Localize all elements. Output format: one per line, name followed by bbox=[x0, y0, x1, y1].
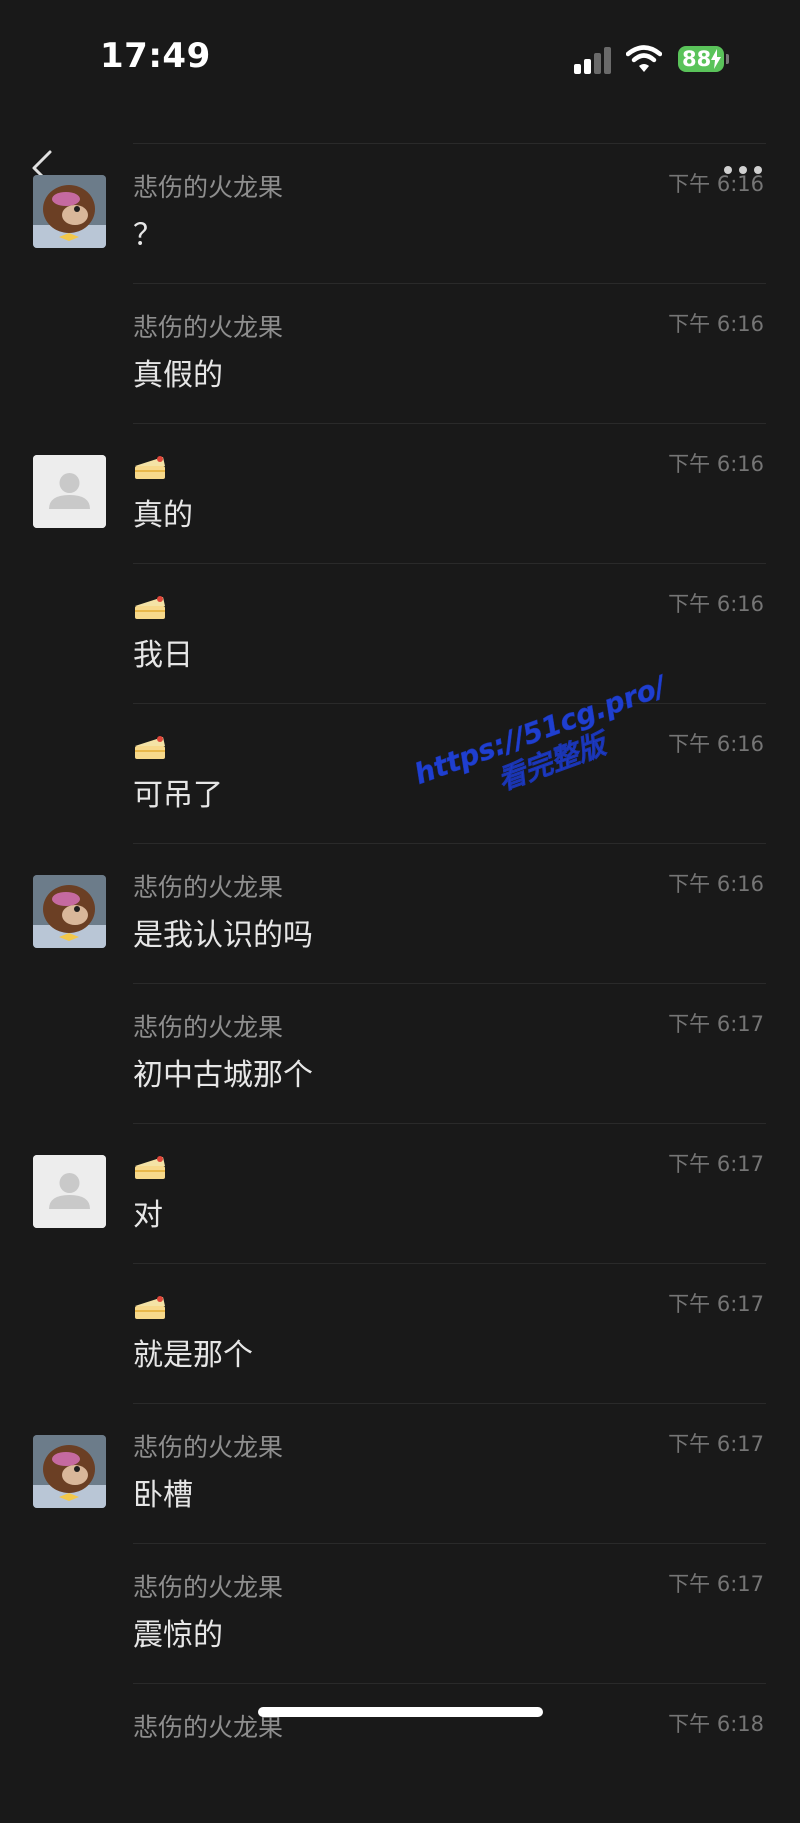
chat-message[interactable]: 悲伤的火龙果 下午 6:18 bbox=[0, 1683, 800, 1823]
cake-icon bbox=[135, 456, 165, 479]
avatar[interactable] bbox=[33, 875, 106, 948]
message-divider bbox=[133, 1543, 766, 1544]
message-time: 下午 6:16 bbox=[668, 592, 764, 616]
message-list: 悲伤的火龙果 下午 6:16 ？ 悲伤的火龙果 下午 6:16 真假的 下午 6… bbox=[0, 143, 800, 1823]
avatar[interactable] bbox=[33, 175, 106, 248]
cake-icon bbox=[135, 736, 165, 759]
message-text: 卧槽 bbox=[133, 1478, 193, 1513]
message-text: 是我认识的吗 bbox=[133, 918, 313, 953]
message-time: 下午 6:17 bbox=[668, 1012, 764, 1036]
bear-avatar-icon bbox=[33, 875, 106, 948]
message-time: 下午 6:17 bbox=[668, 1432, 764, 1456]
cake-icon bbox=[135, 1296, 165, 1319]
message-divider bbox=[133, 423, 766, 424]
message-text: 真的 bbox=[133, 498, 193, 533]
cake-icon bbox=[135, 1156, 165, 1179]
chat-message[interactable]: 悲伤的火龙果 下午 6:16 是我认识的吗 bbox=[0, 843, 800, 983]
status-time: 17:49 bbox=[100, 36, 211, 76]
message-divider bbox=[133, 1263, 766, 1264]
message-text: 就是那个 bbox=[133, 1338, 253, 1373]
message-divider bbox=[133, 703, 766, 704]
message-time: 下午 6:16 bbox=[668, 452, 764, 476]
chat-message[interactable]: 下午 6:16 我日 bbox=[0, 563, 800, 703]
message-time: 下午 6:16 bbox=[668, 172, 764, 196]
battery-level: 88 bbox=[682, 47, 712, 71]
message-sender: 悲伤的火龙果 bbox=[133, 173, 284, 202]
message-divider bbox=[133, 283, 766, 284]
bear-avatar-icon bbox=[33, 175, 106, 248]
message-time: 下午 6:16 bbox=[668, 732, 764, 756]
message-text: 我日 bbox=[133, 638, 193, 673]
message-divider bbox=[133, 843, 766, 844]
chat-message[interactable]: 悲伤的火龙果 下午 6:16 真假的 bbox=[0, 283, 800, 423]
message-divider bbox=[133, 1403, 766, 1404]
chat-message[interactable]: 下午 6:17 就是那个 bbox=[0, 1263, 800, 1403]
message-divider bbox=[133, 1683, 766, 1684]
chat-message[interactable]: 悲伤的火龙果 下午 6:17 初中古城那个 bbox=[0, 983, 800, 1123]
message-time: 下午 6:16 bbox=[668, 312, 764, 336]
message-text: ？ bbox=[133, 218, 163, 253]
chat-message[interactable]: 悲伤的火龙果 下午 6:17 卧槽 bbox=[0, 1403, 800, 1543]
message-time: 下午 6:16 bbox=[668, 872, 764, 896]
message-text: 初中古城那个 bbox=[133, 1058, 313, 1093]
chat-message[interactable]: 下午 6:17 对 bbox=[0, 1123, 800, 1263]
chat-message[interactable]: 下午 6:16 可吊了 bbox=[0, 703, 800, 843]
message-time: 下午 6:17 bbox=[668, 1572, 764, 1596]
cellular-signal-icon bbox=[574, 46, 614, 74]
message-divider bbox=[133, 1123, 766, 1124]
chat-message[interactable]: 悲伤的火龙果 下午 6:16 ？ bbox=[0, 143, 800, 283]
message-divider bbox=[133, 143, 766, 144]
battery-nub bbox=[726, 54, 729, 64]
message-sender: 悲伤的火龙果 bbox=[133, 313, 284, 342]
message-divider bbox=[133, 563, 766, 564]
message-sender: 悲伤的火龙果 bbox=[133, 873, 284, 902]
chat-message[interactable]: 悲伤的火龙果 下午 6:17 震惊的 bbox=[0, 1543, 800, 1683]
default-avatar-icon bbox=[33, 1155, 106, 1228]
message-text: 震惊的 bbox=[133, 1618, 223, 1653]
chat-message[interactable]: 下午 6:16 真的 bbox=[0, 423, 800, 563]
battery-indicator: 88 bbox=[678, 46, 724, 72]
bear-avatar-icon bbox=[33, 1435, 106, 1508]
message-time: 下午 6:18 bbox=[668, 1712, 764, 1736]
message-time: 下午 6:17 bbox=[668, 1152, 764, 1176]
message-sender: 悲伤的火龙果 bbox=[133, 1433, 284, 1462]
charging-bolt-icon bbox=[711, 49, 721, 69]
message-text: 对 bbox=[133, 1198, 163, 1233]
message-text: 可吊了 bbox=[133, 778, 223, 813]
message-divider bbox=[133, 983, 766, 984]
avatar[interactable] bbox=[33, 1435, 106, 1508]
home-indicator[interactable] bbox=[258, 1707, 543, 1717]
message-time: 下午 6:17 bbox=[668, 1292, 764, 1316]
status-bar: 17:49 88 bbox=[0, 0, 800, 110]
avatar[interactable] bbox=[33, 1155, 106, 1228]
message-sender: 悲伤的火龙果 bbox=[133, 1573, 284, 1602]
message-text: 真假的 bbox=[133, 358, 223, 393]
cake-icon bbox=[135, 596, 165, 619]
avatar[interactable] bbox=[33, 455, 106, 528]
message-sender: 悲伤的火龙果 bbox=[133, 1013, 284, 1042]
default-avatar-icon bbox=[33, 455, 106, 528]
wifi-icon bbox=[626, 45, 662, 72]
